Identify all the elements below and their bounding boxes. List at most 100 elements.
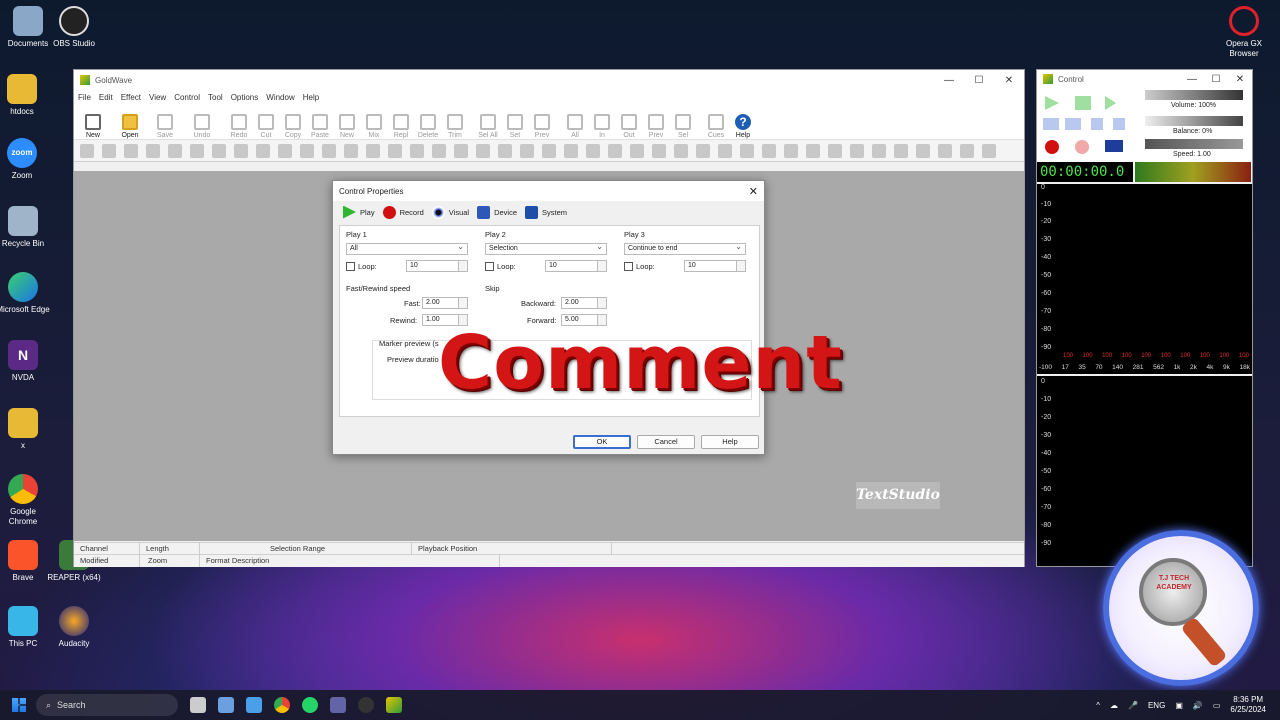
close-icon[interactable]: ✕ xyxy=(994,75,1024,86)
obs-icon[interactable] xyxy=(358,697,374,713)
effect-icon[interactable] xyxy=(740,143,754,158)
play3-select[interactable]: Continue to end xyxy=(624,242,746,255)
effect-icon[interactable] xyxy=(784,143,798,158)
effect-icon[interactable] xyxy=(212,143,226,158)
cancel-button[interactable]: Cancel xyxy=(637,435,695,449)
zoom-sel-button[interactable]: Sel xyxy=(670,114,696,139)
volume-icon[interactable]: 🔊 xyxy=(1193,701,1203,710)
effect-icon[interactable] xyxy=(300,143,314,158)
menu-effect[interactable]: Effect xyxy=(121,93,141,102)
minimize-icon[interactable]: — xyxy=(1180,74,1204,85)
play1-loop-checkbox[interactable] xyxy=(346,262,355,271)
trim-button[interactable]: Trim xyxy=(442,114,468,139)
effect-icon[interactable] xyxy=(586,143,600,158)
help-button[interactable]: ? Help xyxy=(730,114,756,139)
menu-view[interactable]: View xyxy=(149,93,166,102)
clock[interactable]: 8:36 PM 6/25/2024 xyxy=(1230,695,1266,715)
effect-icon[interactable] xyxy=(322,143,336,158)
play3-loop-input[interactable]: 10 xyxy=(684,260,746,272)
select-all-button[interactable]: Sel All xyxy=(475,114,501,139)
effect-icon[interactable] xyxy=(894,143,908,158)
whatsapp-icon[interactable] xyxy=(302,697,318,713)
effect-icon[interactable] xyxy=(520,143,534,158)
effect-icon[interactable] xyxy=(938,143,952,158)
paste-new-button[interactable]: New xyxy=(334,114,360,139)
fast-input[interactable]: 2.00 xyxy=(422,297,468,309)
desktop-icon-chrome[interactable]: Google Chrome xyxy=(0,474,51,527)
desktop-icon-this-pc[interactable]: This PC xyxy=(0,606,51,649)
effect-icon[interactable] xyxy=(80,143,94,158)
play2-loop-input[interactable]: 10 xyxy=(545,260,607,272)
menu-file[interactable]: File xyxy=(78,93,91,102)
cut-button[interactable]: Cut xyxy=(253,114,279,139)
help-dialog-button[interactable]: Help xyxy=(701,435,759,449)
effect-icon[interactable] xyxy=(344,143,358,158)
desktop-icon-obs[interactable]: OBS Studio xyxy=(46,6,102,49)
menu-help[interactable]: Help xyxy=(303,93,319,102)
save-button[interactable]: Save xyxy=(152,114,178,139)
effect-icon[interactable] xyxy=(982,143,996,158)
menu-tool[interactable]: Tool xyxy=(208,93,223,102)
effect-icon[interactable] xyxy=(256,143,270,158)
effect-icon[interactable] xyxy=(696,143,710,158)
effect-icon[interactable] xyxy=(674,143,688,158)
effect-icon[interactable] xyxy=(366,143,380,158)
record-button[interactable] xyxy=(1045,140,1059,154)
record-new-button[interactable] xyxy=(1075,140,1089,154)
effect-icon[interactable] xyxy=(168,143,182,158)
tab-system[interactable]: System xyxy=(525,205,567,219)
play2-loop-checkbox[interactable] xyxy=(485,262,494,271)
effect-icon[interactable] xyxy=(432,143,446,158)
monitor-button[interactable] xyxy=(1105,140,1123,152)
menu-window[interactable]: Window xyxy=(266,93,294,102)
taskbar-search[interactable]: ⌕ Search xyxy=(36,694,178,716)
desktop-icon-opera[interactable]: Opera GX Browser xyxy=(1216,6,1272,59)
effect-icon[interactable] xyxy=(388,143,402,158)
effect-icon[interactable] xyxy=(498,143,512,158)
effect-icon[interactable] xyxy=(146,143,160,158)
notepad-icon[interactable] xyxy=(246,697,262,713)
task-view-icon[interactable] xyxy=(190,697,206,713)
desktop-icon-htdocs[interactable]: htdocs xyxy=(0,74,50,117)
maximize-icon[interactable]: ☐ xyxy=(1204,74,1228,85)
tab-visual[interactable]: Visual xyxy=(431,205,469,219)
new-button[interactable]: New xyxy=(80,114,106,139)
mix-button[interactable]: Mix xyxy=(361,114,387,139)
replace-button[interactable]: Repl xyxy=(388,114,414,139)
effect-icon[interactable] xyxy=(278,143,292,158)
battery-icon[interactable]: ▭ xyxy=(1213,701,1221,710)
windows-start-icon[interactable] xyxy=(12,698,26,712)
play2-select[interactable]: Selection xyxy=(485,242,607,255)
speed-slider[interactable] xyxy=(1145,139,1243,149)
effect-icon[interactable] xyxy=(718,143,732,158)
ok-button[interactable]: OK xyxy=(573,435,631,449)
zoom-all-button[interactable]: All xyxy=(562,114,588,139)
zoom-in-button[interactable]: In xyxy=(589,114,615,139)
desktop-icon-zoom[interactable]: zoom Zoom xyxy=(0,138,50,181)
menu-edit[interactable]: Edit xyxy=(99,93,113,102)
play-selection-button[interactable] xyxy=(1075,96,1091,110)
effect-icon[interactable] xyxy=(234,143,248,158)
effect-icon[interactable] xyxy=(608,143,622,158)
backward-input[interactable]: 2.00 xyxy=(561,297,607,309)
desktop-icon-recycle-bin[interactable]: Recycle Bin xyxy=(0,206,51,249)
play1-select[interactable]: All xyxy=(346,242,468,255)
network-icon[interactable]: ▣ xyxy=(1175,701,1183,710)
effect-icon[interactable] xyxy=(762,143,776,158)
desktop-icon-x[interactable]: x xyxy=(0,408,51,451)
menu-options[interactable]: Options xyxy=(231,93,259,102)
desktop-icon-nvda[interactable]: N NVDA xyxy=(0,340,51,383)
volume-slider[interactable] xyxy=(1145,90,1243,100)
open-button[interactable]: Open xyxy=(117,114,143,139)
set-button[interactable]: Set xyxy=(502,114,528,139)
menu-control[interactable]: Control xyxy=(174,93,200,102)
microphone-icon[interactable]: 🎤 xyxy=(1128,701,1138,710)
desktop-icon-edge[interactable]: Microsoft Edge xyxy=(0,272,51,315)
cues-button[interactable]: Cues xyxy=(703,114,729,139)
pause-button[interactable] xyxy=(1091,118,1103,130)
teams-icon[interactable] xyxy=(330,697,346,713)
zoom-out-button[interactable]: Out xyxy=(616,114,642,139)
effect-icon[interactable] xyxy=(124,143,138,158)
tab-device[interactable]: Device xyxy=(477,205,517,219)
delete-button[interactable]: Delete xyxy=(415,114,441,139)
